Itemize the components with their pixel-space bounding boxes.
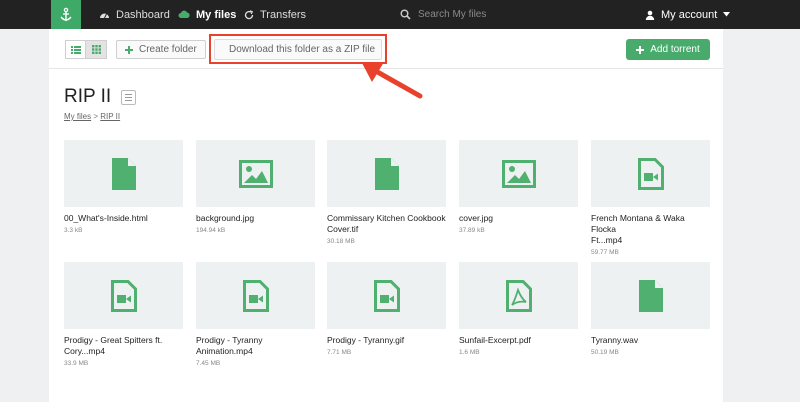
- breadcrumb: My files > RIP II: [64, 112, 120, 121]
- dashboard-icon: [100, 13, 109, 19]
- create-folder-label: Create folder: [139, 44, 197, 55]
- file-size: 33.9 MB: [64, 360, 89, 367]
- download-zip-label: Download this folder as a ZIP file: [229, 44, 376, 55]
- view-toggle: [65, 40, 107, 59]
- file-name[interactable]: cover.jpg: [459, 213, 578, 224]
- file-card[interactable]: Prodigy - Tyranny Animation.mp4 7.45 MB: [196, 262, 315, 367]
- file-name[interactable]: Tyranny.wav: [591, 335, 710, 346]
- file-thumbnail[interactable]: [327, 262, 446, 329]
- file-name[interactable]: French Montana & Waka Flocka Ft...mp4: [591, 213, 710, 246]
- nav-dashboard-label: Dashboard: [116, 8, 170, 21]
- search-icon: [400, 9, 411, 20]
- file-card[interactable]: Commissary Kitchen Cookbook Cover.tif 30…: [327, 140, 446, 245]
- list-icon: [70, 45, 81, 54]
- file-card[interactable]: French Montana & Waka Flocka Ft...mp4 59…: [591, 140, 710, 256]
- add-torrent-button[interactable]: Add torrent: [626, 39, 710, 60]
- video-icon: [373, 279, 400, 312]
- plus-icon: [125, 45, 133, 54]
- top-navbar: Dashboard My files Transfers My account: [0, 0, 800, 29]
- file-card[interactable]: cover.jpg 37.89 kB: [459, 140, 578, 234]
- logo-anchor-icon[interactable]: [51, 0, 81, 29]
- document-icon: [374, 157, 399, 190]
- file-name[interactable]: 00_What's-Inside.html: [64, 213, 183, 224]
- file-name[interactable]: Sunfail-Excerpt.pdf: [459, 335, 578, 346]
- breadcrumb-separator: >: [93, 112, 99, 121]
- account-menu[interactable]: My account: [645, 0, 731, 29]
- file-size: 194.94 kB: [196, 227, 226, 234]
- file-thumbnail[interactable]: [459, 262, 578, 329]
- list-view-button[interactable]: [65, 40, 86, 59]
- grid-icon: [91, 45, 101, 54]
- file-thumbnail[interactable]: [196, 262, 315, 329]
- file-size: 37.89 kB: [459, 227, 485, 234]
- file-size: 59.77 MB: [591, 249, 619, 256]
- annotation-arrow: [362, 62, 423, 99]
- download-zip-button[interactable]: Download this folder as a ZIP file: [214, 39, 382, 60]
- file-card[interactable]: Prodigy - Great Spitters ft. Cory...mp4 …: [64, 262, 183, 367]
- file-card[interactable]: Sunfail-Excerpt.pdf 1.6 MB: [459, 262, 578, 356]
- breadcrumb-current[interactable]: RIP II: [100, 112, 120, 121]
- file-size: 7.71 MB: [327, 349, 352, 356]
- video-icon: [242, 279, 269, 312]
- grid-view-button[interactable]: [86, 40, 107, 59]
- file-thumbnail[interactable]: [64, 140, 183, 207]
- document-icon: [111, 157, 136, 190]
- file-thumbnail[interactable]: [196, 140, 315, 207]
- video-icon: [110, 279, 137, 312]
- file-thumbnail[interactable]: [591, 262, 710, 329]
- search-bar[interactable]: [400, 0, 538, 29]
- add-torrent-label: Add torrent: [650, 44, 700, 55]
- file-thumbnail[interactable]: [327, 140, 446, 207]
- file-card[interactable]: 00_What's-Inside.html 3.3 kB: [64, 140, 183, 234]
- user-icon: [645, 10, 655, 20]
- file-card[interactable]: Tyranny.wav 50.19 MB: [591, 262, 710, 356]
- search-input[interactable]: [418, 9, 538, 20]
- plus-icon: [636, 45, 645, 54]
- file-card[interactable]: background.jpg 194.94 kB: [196, 140, 315, 234]
- account-label: My account: [661, 8, 718, 21]
- image-icon: [501, 159, 536, 188]
- create-folder-button[interactable]: Create folder: [116, 40, 206, 59]
- breadcrumb-my-files[interactable]: My files: [64, 112, 91, 121]
- file-size: 50.19 MB: [591, 349, 619, 356]
- file-size: 30.18 MB: [327, 238, 355, 245]
- nav-transfers-label: Transfers: [260, 8, 307, 21]
- folder-header: RIP II: [64, 86, 137, 108]
- folder-details-icon[interactable]: [121, 89, 137, 105]
- refresh-icon: [244, 9, 254, 19]
- video-icon: [637, 157, 664, 190]
- file-name[interactable]: Prodigy - Tyranny Animation.mp4: [196, 335, 315, 357]
- file-thumbnail[interactable]: [591, 140, 710, 207]
- nav-my-files-label: My files: [196, 8, 237, 21]
- document-icon: [638, 279, 663, 312]
- file-card[interactable]: Prodigy - Tyranny.gif 7.71 MB: [327, 262, 446, 356]
- image-icon: [238, 159, 273, 188]
- file-size: 7.45 MB: [196, 360, 221, 367]
- caret-down-icon: [723, 12, 731, 17]
- file-name[interactable]: Prodigy - Great Spitters ft. Cory...mp4: [64, 335, 183, 357]
- file-name[interactable]: background.jpg: [196, 213, 315, 224]
- file-thumbnail[interactable]: [64, 262, 183, 329]
- page-title: RIP II: [64, 86, 112, 107]
- nav-my-files[interactable]: My files: [178, 0, 236, 29]
- file-thumbnail[interactable]: [459, 140, 578, 207]
- file-size: 1.6 MB: [459, 349, 480, 356]
- nav-transfers[interactable]: Transfers: [244, 0, 306, 29]
- file-name[interactable]: Commissary Kitchen Cookbook Cover.tif: [327, 213, 446, 235]
- cloud-icon: [178, 10, 190, 18]
- pdf-icon: [505, 279, 532, 312]
- file-name[interactable]: Prodigy - Tyranny.gif: [327, 335, 446, 346]
- file-size: 3.3 kB: [64, 227, 83, 234]
- nav-dashboard[interactable]: Dashboard: [99, 0, 170, 29]
